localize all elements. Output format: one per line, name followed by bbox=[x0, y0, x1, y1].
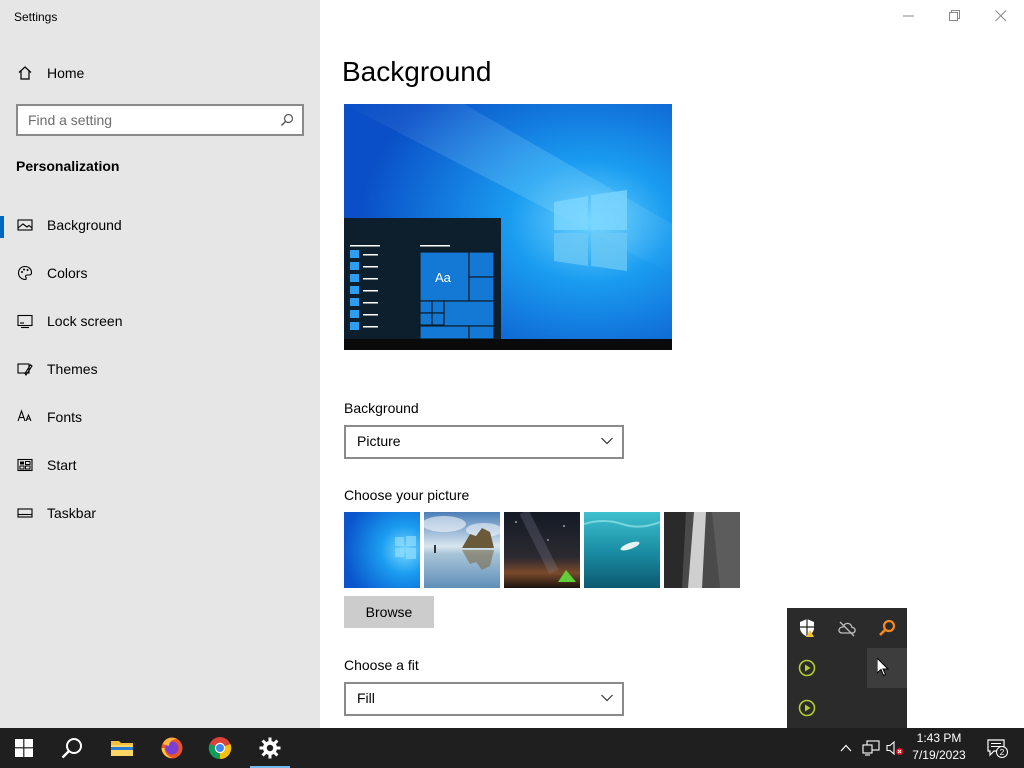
clock-time: 1:43 PM bbox=[916, 731, 962, 745]
sidebar-item-label: Fonts bbox=[47, 409, 83, 425]
taskbar-icon bbox=[17, 508, 33, 518]
media-play-icon bbox=[798, 659, 816, 677]
tray-empty-slot[interactable] bbox=[867, 648, 907, 688]
file-explorer-button[interactable] bbox=[98, 728, 146, 768]
settings-sidebar: Settings Home Personalization Background… bbox=[0, 0, 320, 728]
show-hidden-icons-button[interactable] bbox=[834, 728, 858, 768]
themes-icon bbox=[17, 363, 33, 376]
action-center-button[interactable]: 2 bbox=[978, 728, 1018, 768]
search-input[interactable] bbox=[18, 106, 278, 134]
notification-count: 2 bbox=[1000, 747, 1005, 757]
close-button[interactable] bbox=[978, 0, 1024, 32]
background-preview: Aa bbox=[344, 104, 672, 350]
sidebar-item-label: Themes bbox=[47, 361, 98, 377]
home-icon bbox=[18, 66, 32, 80]
sidebar-item-label: Start bbox=[47, 457, 77, 473]
tray-search-tool-item[interactable] bbox=[867, 608, 907, 648]
search-button[interactable] bbox=[48, 728, 96, 768]
start-button[interactable] bbox=[0, 728, 48, 768]
volume-button[interactable] bbox=[884, 728, 906, 768]
sidebar-item-lock-screen[interactable]: Lock screen bbox=[0, 301, 320, 341]
beach-rocks-image bbox=[424, 512, 500, 588]
page-title: Background bbox=[342, 56, 492, 87]
tray-security-item[interactable] bbox=[787, 608, 827, 648]
sidebar-item-label: Taskbar bbox=[47, 505, 97, 521]
chrome-icon bbox=[208, 737, 232, 760]
section-title: Personalization bbox=[16, 158, 120, 174]
app-title: Settings bbox=[14, 10, 58, 24]
picture-thumbnail-night[interactable] bbox=[504, 512, 580, 588]
tray-cloud-item[interactable] bbox=[827, 608, 867, 648]
sidebar-item-label: Background bbox=[47, 217, 122, 233]
choose-fit-label: Choose a fit bbox=[344, 657, 419, 673]
volume-muted-icon bbox=[886, 740, 903, 756]
restore-button[interactable] bbox=[932, 0, 978, 32]
sidebar-item-background[interactable]: Background bbox=[0, 205, 320, 245]
picture-thumbnail-waterfall[interactable] bbox=[664, 512, 740, 588]
settings-taskbar-button[interactable] bbox=[246, 728, 294, 768]
night-sky-tent-image bbox=[504, 512, 580, 588]
sidebar-item-colors[interactable]: Colors bbox=[0, 253, 320, 293]
tray-media-item[interactable] bbox=[787, 688, 827, 728]
home-label: Home bbox=[47, 65, 85, 81]
notification-icon: 2 bbox=[987, 739, 1008, 758]
clock-date: 7/19/2023 bbox=[912, 748, 966, 762]
search-icon bbox=[281, 113, 294, 126]
start-icon bbox=[17, 458, 33, 472]
browse-button[interactable]: Browse bbox=[344, 596, 434, 628]
picture-thumbnail-underwater[interactable] bbox=[584, 512, 660, 588]
search-icon bbox=[61, 738, 82, 759]
home-nav-item[interactable]: Home bbox=[0, 56, 320, 90]
firefox-icon bbox=[161, 737, 183, 759]
background-dropdown[interactable]: Picture bbox=[344, 425, 624, 459]
minimize-button[interactable] bbox=[886, 0, 932, 32]
sidebar-item-themes[interactable]: Themes bbox=[0, 349, 320, 389]
search-tool-icon bbox=[879, 619, 896, 636]
cloud-off-icon bbox=[838, 621, 856, 637]
search-box[interactable] bbox=[16, 104, 304, 136]
clock[interactable]: 1:43 PM 7/19/2023 bbox=[905, 730, 973, 764]
sidebar-item-label: Lock screen bbox=[47, 313, 123, 329]
windows-light-image bbox=[344, 512, 420, 588]
underwater-swimmer-image bbox=[584, 512, 660, 588]
fit-dropdown[interactable]: Fill bbox=[344, 682, 624, 716]
sidebar-item-taskbar[interactable]: Taskbar bbox=[0, 493, 320, 533]
firefox-button[interactable] bbox=[148, 728, 196, 768]
taskbar: 1:43 PM 7/19/2023 2 bbox=[0, 728, 1024, 768]
chevron-up-icon bbox=[840, 744, 852, 752]
background-label: Background bbox=[344, 400, 419, 416]
chrome-button[interactable] bbox=[196, 728, 244, 768]
background-dropdown-value: Picture bbox=[357, 433, 401, 449]
fonts-icon bbox=[17, 409, 32, 422]
picture-thumbnail-beach[interactable] bbox=[424, 512, 500, 588]
network-status-button[interactable] bbox=[858, 728, 884, 768]
chevron-down-icon bbox=[601, 694, 613, 702]
svg-text:Aa: Aa bbox=[435, 270, 452, 285]
sidebar-item-label: Colors bbox=[47, 265, 88, 281]
media-play-icon bbox=[798, 699, 816, 717]
active-indicator bbox=[0, 216, 4, 238]
windows-start-icon bbox=[15, 739, 33, 757]
tray-overflow-flyout bbox=[787, 608, 907, 728]
gear-icon bbox=[259, 737, 281, 759]
fit-dropdown-value: Fill bbox=[357, 690, 375, 706]
chevron-down-icon bbox=[601, 437, 613, 445]
sidebar-item-start[interactable]: Start bbox=[0, 445, 320, 485]
desktop-preview-image: Aa bbox=[344, 104, 672, 350]
close-icon bbox=[995, 10, 1007, 22]
picture-thumbnail-windows[interactable] bbox=[344, 512, 420, 588]
lock-screen-icon bbox=[17, 314, 33, 329]
waterfall-cliff-image bbox=[664, 512, 740, 588]
palette-icon bbox=[17, 265, 33, 281]
minimize-icon bbox=[903, 15, 914, 17]
security-warning-icon bbox=[800, 619, 814, 637]
network-icon bbox=[862, 740, 880, 756]
picture-icon bbox=[17, 219, 33, 231]
cursor-pointer-icon bbox=[877, 658, 890, 677]
folder-icon bbox=[111, 741, 133, 756]
choose-picture-label: Choose your picture bbox=[344, 487, 470, 503]
tray-media-item[interactable] bbox=[787, 648, 827, 688]
sidebar-item-fonts[interactable]: Fonts bbox=[0, 397, 320, 437]
restore-icon bbox=[949, 10, 960, 21]
